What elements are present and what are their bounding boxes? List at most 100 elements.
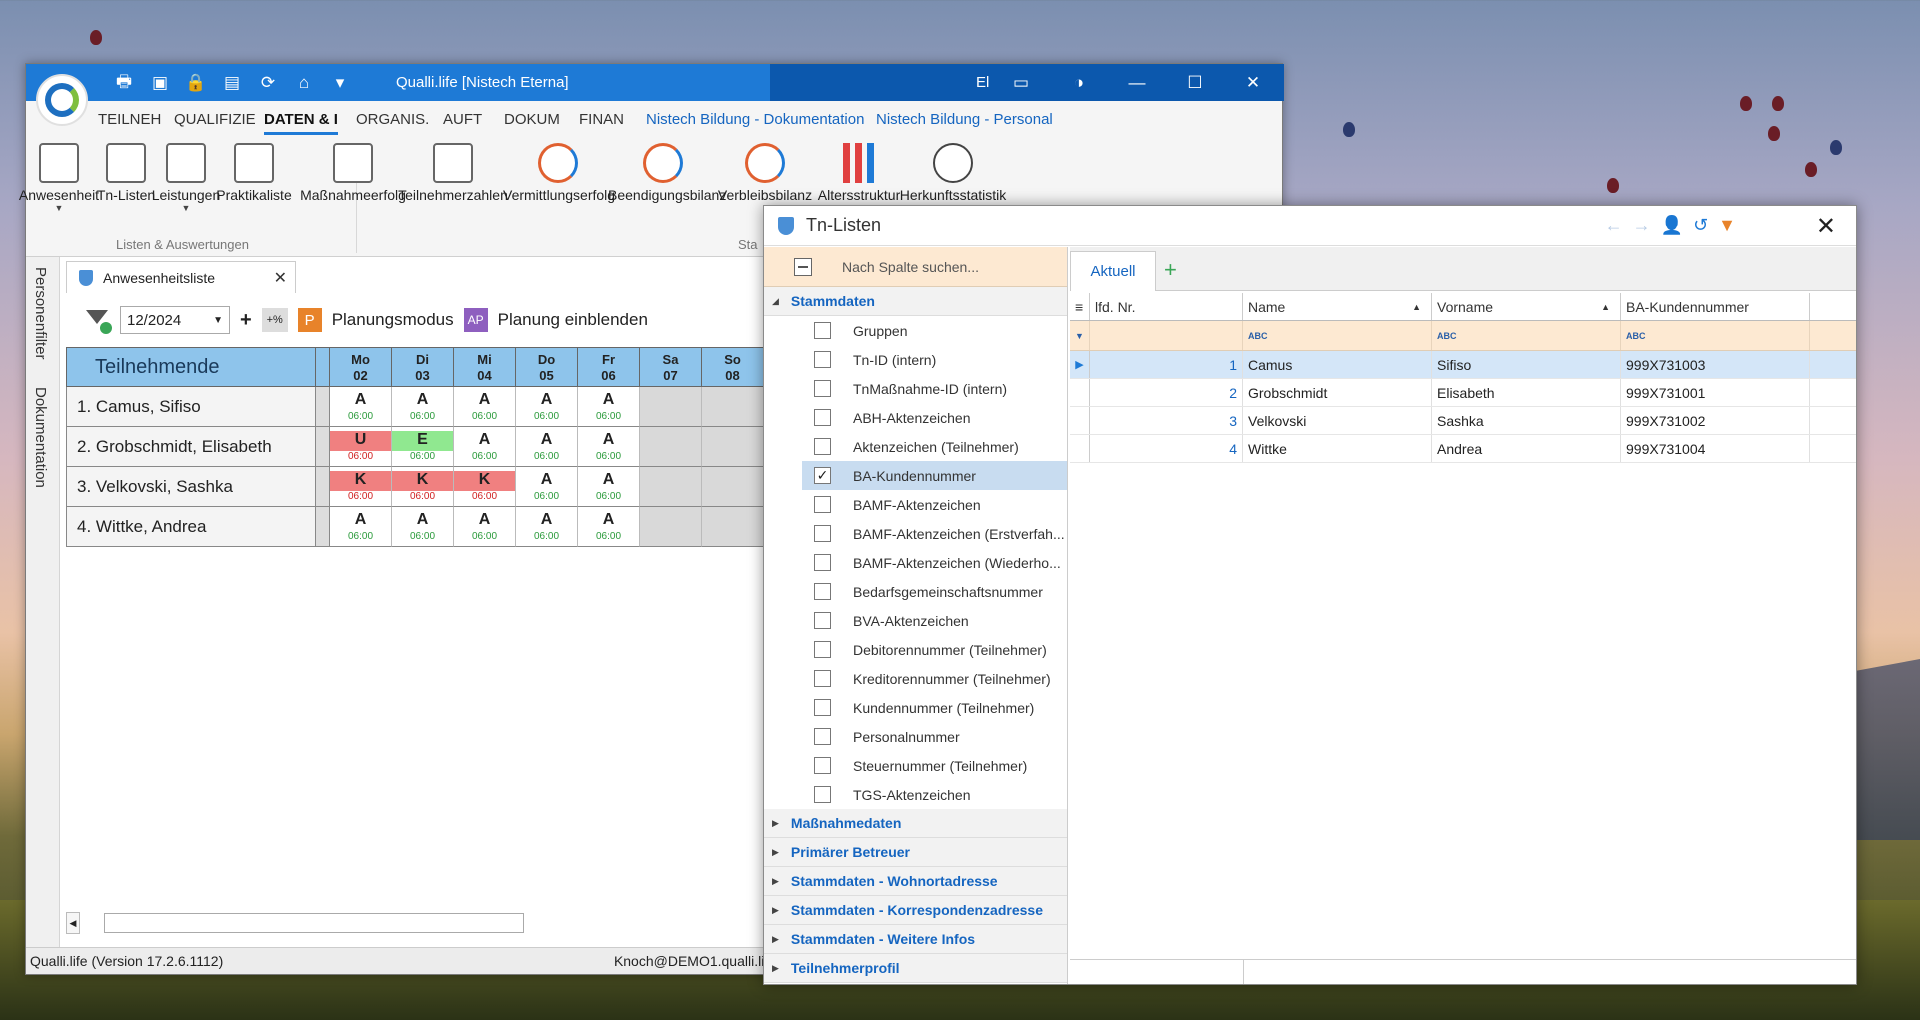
attendance-cell[interactable]: K 06:00	[454, 467, 516, 507]
show-planning-button[interactable]: Planung einblenden	[498, 310, 648, 330]
participant-name[interactable]: 4. Wittke, Andrea	[66, 507, 316, 547]
minimize-icon[interactable]: —	[1108, 64, 1166, 101]
ribbon-tab[interactable]: TEILNEH	[98, 111, 161, 128]
collapse-all-icon[interactable]	[794, 257, 812, 276]
attendance-cell[interactable]: A 06:00	[454, 507, 516, 547]
ribbon-tab[interactable]: DATEN & I	[264, 111, 338, 135]
checkbox[interactable]	[814, 699, 831, 716]
column-search[interactable]: Nach Spalte suchen...	[764, 247, 1067, 287]
forward-arrow-icon[interactable]: →	[1633, 215, 1651, 236]
ribbon-tab[interactable]: DOKUM	[504, 111, 560, 128]
field-item[interactable]: Personalnummer	[764, 722, 1067, 751]
table-cell[interactable]: 999X731001	[1621, 379, 1810, 406]
column-filter-input[interactable]: ABC	[1243, 321, 1432, 350]
show-planning-icon[interactable]: AP	[463, 308, 488, 332]
table-cell[interactable]: 999X731004	[1621, 435, 1810, 462]
field-item[interactable]: Kundennummer (Teilnehmer)	[764, 693, 1067, 722]
checkbox[interactable]	[814, 525, 831, 542]
tab-dokumentation[interactable]: Dokumentation	[32, 387, 49, 488]
column-filter-input[interactable]: ABC	[1621, 321, 1810, 350]
filter-icon[interactable]	[86, 308, 112, 334]
table-cell[interactable]: Grobschmidt	[1243, 379, 1432, 406]
checkbox[interactable]	[814, 351, 831, 368]
attendance-cell[interactable]: E 06:00	[392, 427, 454, 467]
layout-icon[interactable]: ▭	[992, 64, 1050, 101]
attendance-cell[interactable]: A 06:00	[454, 387, 516, 427]
ribbon-tab[interactable]: Nistech Bildung - Dokumentation	[646, 111, 864, 128]
table-cell[interactable]: 999X731003	[1621, 351, 1810, 378]
table-cell[interactable]: 2	[1090, 379, 1243, 406]
close-icon[interactable]: ✕	[1816, 212, 1836, 241]
table-row[interactable]: ▶ 1 Camus Sifiso 999X731003	[1070, 351, 1856, 379]
checkbox[interactable]	[814, 554, 831, 571]
attendance-cell[interactable]	[702, 507, 764, 547]
participant-name[interactable]: 2. Grobschmidt, Elisabeth	[66, 427, 316, 467]
attendance-cell[interactable]: A 06:00	[516, 467, 578, 507]
attendance-cell[interactable]	[640, 467, 702, 507]
contrast-icon[interactable]: ◑	[1050, 64, 1108, 101]
column-header[interactable]: BA-Kundennummer	[1621, 293, 1810, 320]
attendance-cell[interactable]: A 06:00	[578, 387, 640, 427]
month-select[interactable]: 12/2024 ▼	[120, 306, 230, 334]
attendance-cell[interactable]	[702, 387, 764, 427]
checkbox[interactable]	[814, 728, 831, 745]
user-icon[interactable]: 👤	[1661, 215, 1683, 236]
table-cell[interactable]: Andrea	[1432, 435, 1621, 462]
attendance-cell[interactable]	[640, 387, 702, 427]
category-header[interactable]: ▶ Stammdaten - Weitere Infos	[764, 925, 1067, 954]
add-icon[interactable]: +	[240, 309, 252, 332]
table-cell[interactable]: Wittke	[1243, 435, 1432, 462]
ribbon-tab[interactable]: Nistech Bildung - Personal	[876, 111, 1053, 128]
save-icon[interactable]: ▣	[147, 70, 173, 96]
ribbon-tab[interactable]: AUFT	[443, 111, 482, 128]
filter-icon[interactable]: ▼	[1070, 321, 1090, 350]
planning-mode-button[interactable]: Planungsmodus	[332, 310, 454, 330]
checkbox[interactable]	[814, 322, 831, 339]
field-item[interactable]: TGS-Aktenzeichen	[764, 780, 1067, 809]
field-item[interactable]: ✓ BA-Kundennummer	[802, 461, 1067, 490]
back-arrow-icon[interactable]: ←	[1605, 215, 1623, 236]
attendance-cell[interactable]: A 06:00	[516, 387, 578, 427]
print-preview-icon[interactable]: ▤	[219, 70, 245, 96]
attendance-cell[interactable]: A 06:00	[454, 427, 516, 467]
attendance-cell[interactable]: K 06:00	[392, 467, 454, 507]
checkbox[interactable]	[814, 612, 831, 629]
planning-mode-icon[interactable]: P	[297, 308, 322, 332]
customize-dropdown-icon[interactable]: ▾	[327, 70, 353, 96]
app-logo[interactable]	[36, 74, 88, 126]
category-header[interactable]: ▶ Teilnehmerprofil	[764, 954, 1067, 983]
scroll-left-icon[interactable]: ◀	[66, 912, 80, 934]
reset-icon[interactable]: ↺	[1693, 215, 1708, 236]
attendance-cell[interactable]: K 06:00	[330, 467, 392, 507]
field-item[interactable]: ABH-Aktenzeichen	[764, 403, 1067, 432]
attendance-cell[interactable]	[702, 467, 764, 507]
attendance-cell[interactable]: A 06:00	[330, 387, 392, 427]
field-item[interactable]: Bedarfsgemeinschaftsnummer	[764, 577, 1067, 606]
category-header[interactable]: ▶ Maßnahmedaten	[764, 809, 1067, 838]
table-cell[interactable]: Sifiso	[1432, 351, 1621, 378]
field-item[interactable]: Debitorennummer (Teilnehmer)	[764, 635, 1067, 664]
column-filter-input[interactable]	[1090, 321, 1243, 350]
checkbox[interactable]	[814, 438, 831, 455]
attendance-cell[interactable]: A 06:00	[392, 507, 454, 547]
field-item[interactable]: Kreditorennummer (Teilnehmer)	[764, 664, 1067, 693]
attendance-cell[interactable]: A 06:00	[392, 387, 454, 427]
field-item[interactable]: BVA-Aktenzeichen	[764, 606, 1067, 635]
ribbon-tab[interactable]: FINAN	[579, 111, 624, 128]
attendance-cell[interactable]: A 06:00	[578, 467, 640, 507]
add-tab-icon[interactable]: +	[1164, 257, 1177, 283]
field-item[interactable]: Gruppen	[764, 316, 1067, 345]
attendance-cell[interactable]: A 06:00	[578, 427, 640, 467]
checkbox[interactable]	[814, 670, 831, 687]
home-icon[interactable]: ⌂	[291, 70, 317, 96]
field-item[interactable]: BAMF-Aktenzeichen	[764, 490, 1067, 519]
attendance-cell[interactable]	[640, 427, 702, 467]
column-header[interactable]: Vorname ▲	[1432, 293, 1621, 320]
table-row[interactable]: 2 Grobschmidt Elisabeth 999X731001	[1070, 379, 1856, 407]
table-cell[interactable]: Camus	[1243, 351, 1432, 378]
category-header[interactable]: ▶ Stammdaten - Korrespondenzadresse	[764, 896, 1067, 925]
table-cell[interactable]: 3	[1090, 407, 1243, 434]
checkbox[interactable]	[814, 496, 831, 513]
lock-icon[interactable]: 🔒	[183, 70, 209, 96]
table-cell[interactable]: 4	[1090, 435, 1243, 462]
